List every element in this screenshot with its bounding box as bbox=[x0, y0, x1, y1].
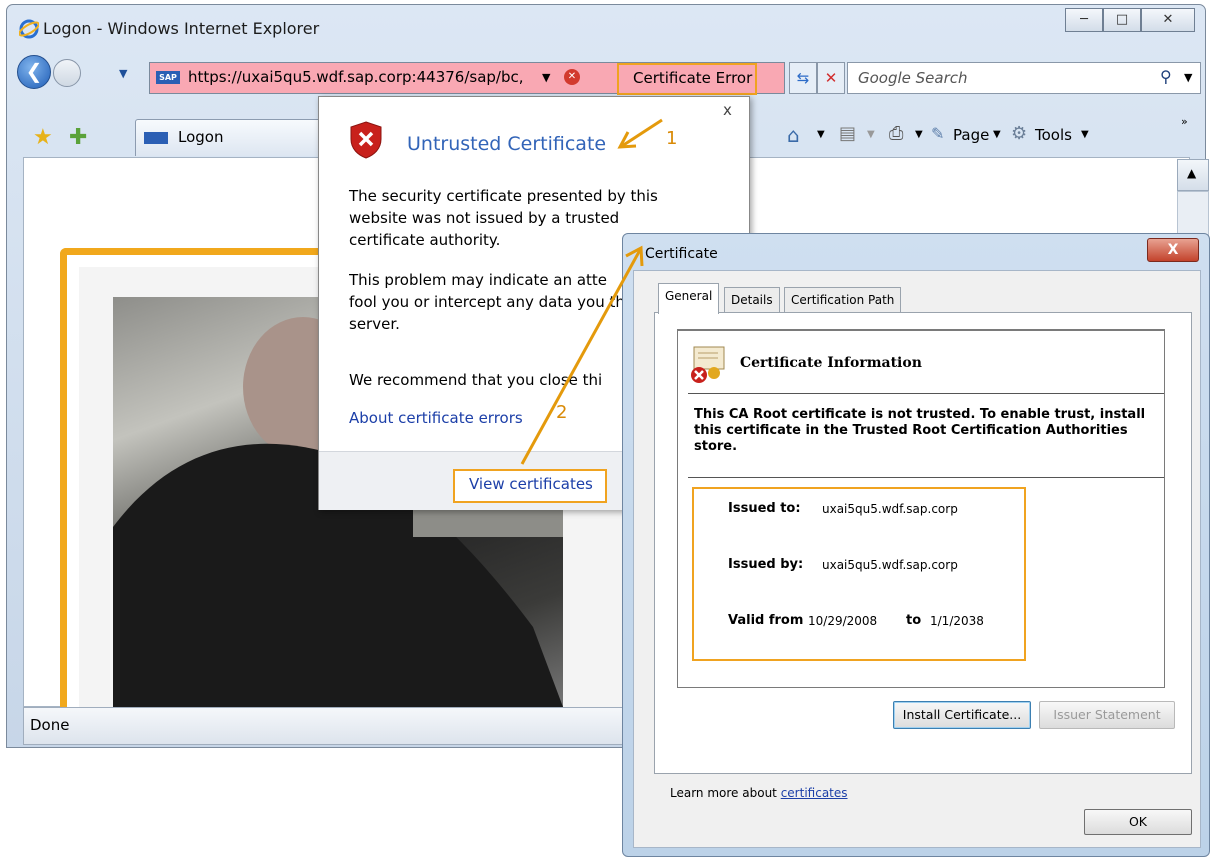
annotation-step-1: 1 bbox=[666, 128, 678, 149]
tab-general[interactable]: General bbox=[658, 283, 720, 314]
annotation-arrow-2 bbox=[520, 245, 644, 465]
annotation-arrows bbox=[520, 118, 663, 465]
annotation-arrow-1 bbox=[617, 118, 663, 149]
annotation-step-2: 2 bbox=[556, 402, 568, 423]
